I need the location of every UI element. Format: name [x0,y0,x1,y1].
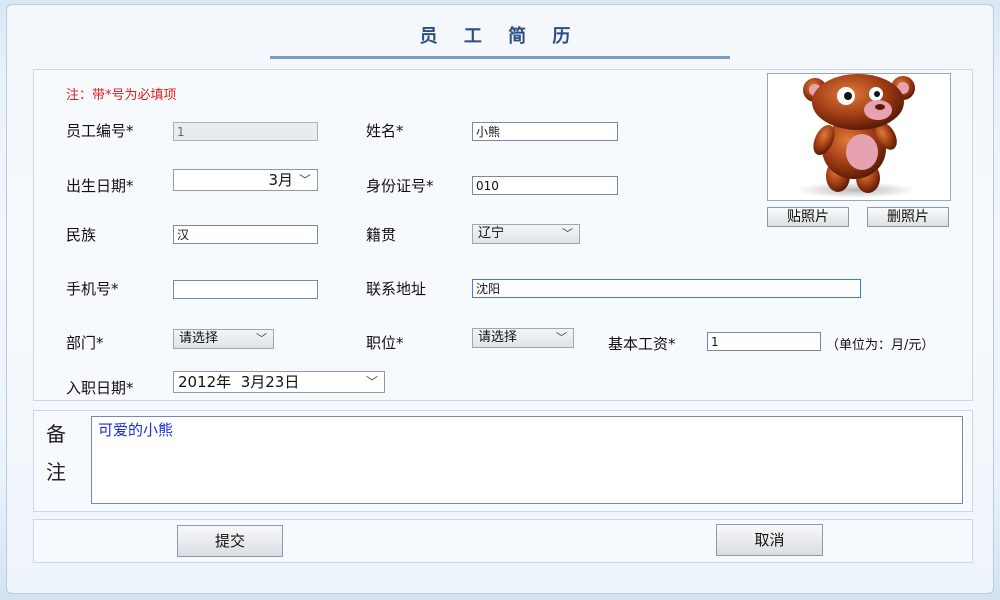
emp-id-label: 员工编号* [66,122,134,140]
phone-input[interactable] [173,280,318,299]
title-underline [270,56,730,59]
paste-photo-button[interactable]: 贴照片 [767,207,849,227]
hire-date-value: 2012年 3月23日 [178,373,300,391]
phone-label: 手机号* [66,280,119,298]
name-input[interactable]: 小熊 [472,122,618,141]
dept-select[interactable]: 请选择 ﹀ [173,329,274,349]
chevron-down-icon: ﹀ [365,375,378,389]
button-panel [33,519,973,563]
position-select-value: 请选择 [478,330,518,345]
hire-date-picker[interactable]: 2012年 3月23日 ﹀ [173,371,385,393]
id-card-input[interactable]: 010 [472,176,618,195]
name-label: 姓名* [366,122,404,140]
emp-id-input[interactable]: 1 [173,122,318,141]
ethnicity-label: 民族 [66,226,97,244]
birth-date-value: 3月 [268,171,293,189]
native-select-value: 辽宁 [478,226,505,241]
remark-textarea[interactable]: 可爱的小熊 [91,416,963,504]
ethnicity-input[interactable]: 汉 [173,225,318,244]
birth-label: 出生日期* [66,177,134,195]
submit-button[interactable]: 提交 [177,525,283,557]
native-label: 籍贯 [366,226,397,244]
required-note: 注：带*号为必填项 [66,88,177,103]
remark-label-2: 注 [46,460,66,484]
teddy-bear-photo [796,74,916,198]
birth-date-picker[interactable]: 3月 ﹀ [173,169,318,191]
hire-date-label: 入职日期* [66,379,134,397]
chevron-down-icon: ﹀ [556,331,567,344]
salary-label: 基本工资* [608,335,676,353]
id-card-label: 身份证号* [366,177,434,195]
address-input[interactable]: 沈阳 [472,279,861,298]
dept-label: 部门* [66,334,104,352]
employee-photo [767,73,951,201]
remark-label-1: 备 [46,422,66,446]
chevron-down-icon: ﹀ [256,332,267,345]
page-title: 员 工 简 历 [419,26,581,47]
address-label: 联系地址 [366,280,427,298]
salary-unit: （单位为：月/元） [826,338,935,353]
dept-select-value: 请选择 [179,331,219,346]
salary-input[interactable]: 1 [707,332,821,351]
delete-photo-button[interactable]: 删照片 [867,207,949,227]
native-select[interactable]: 辽宁 ﹀ [472,224,580,244]
cancel-button[interactable]: 取消 [716,524,823,556]
chevron-down-icon: ﹀ [298,173,311,187]
chevron-down-icon: ﹀ [562,227,573,240]
position-label: 职位* [366,334,404,352]
position-select[interactable]: 请选择 ﹀ [472,328,574,348]
